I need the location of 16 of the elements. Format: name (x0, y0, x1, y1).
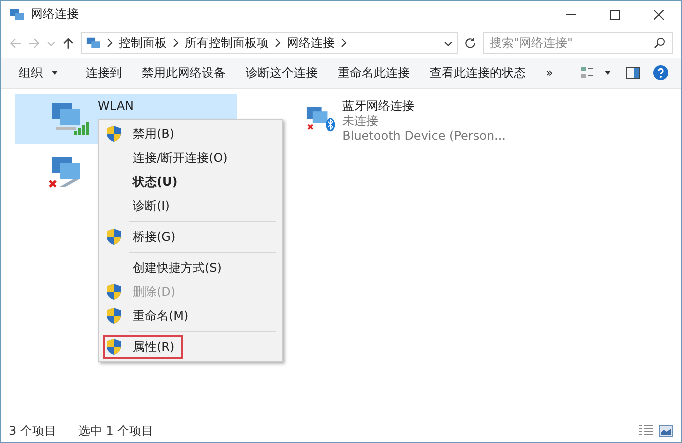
menu-label: 桥接(G) (133, 228, 176, 246)
connection-detail: 未连接 (342, 114, 380, 129)
status-text: 选中 1 个项目 (78, 422, 154, 440)
menu-label: 诊断(I) (133, 198, 170, 214)
menu-label: 删除(D) (133, 284, 176, 300)
menu-label: 创建快捷方式(S) (133, 260, 222, 276)
connection-name: 蓝牙网络连接 (342, 99, 416, 114)
menu-label: 重命名(M) (133, 308, 189, 324)
window-title: 网络连接 (31, 6, 79, 23)
menu-label: 连接/断开连接(O) (133, 150, 228, 166)
menu-label: 禁用(B) (133, 126, 175, 142)
menu-label: 状态(U) (133, 174, 178, 190)
menu-label: 属性(R) (133, 338, 175, 356)
connection-detail: Bluetooth Device (Person... (342, 129, 506, 144)
connection-name: WLAN (98, 99, 134, 114)
status-text: 3 个项目 (9, 422, 56, 440)
